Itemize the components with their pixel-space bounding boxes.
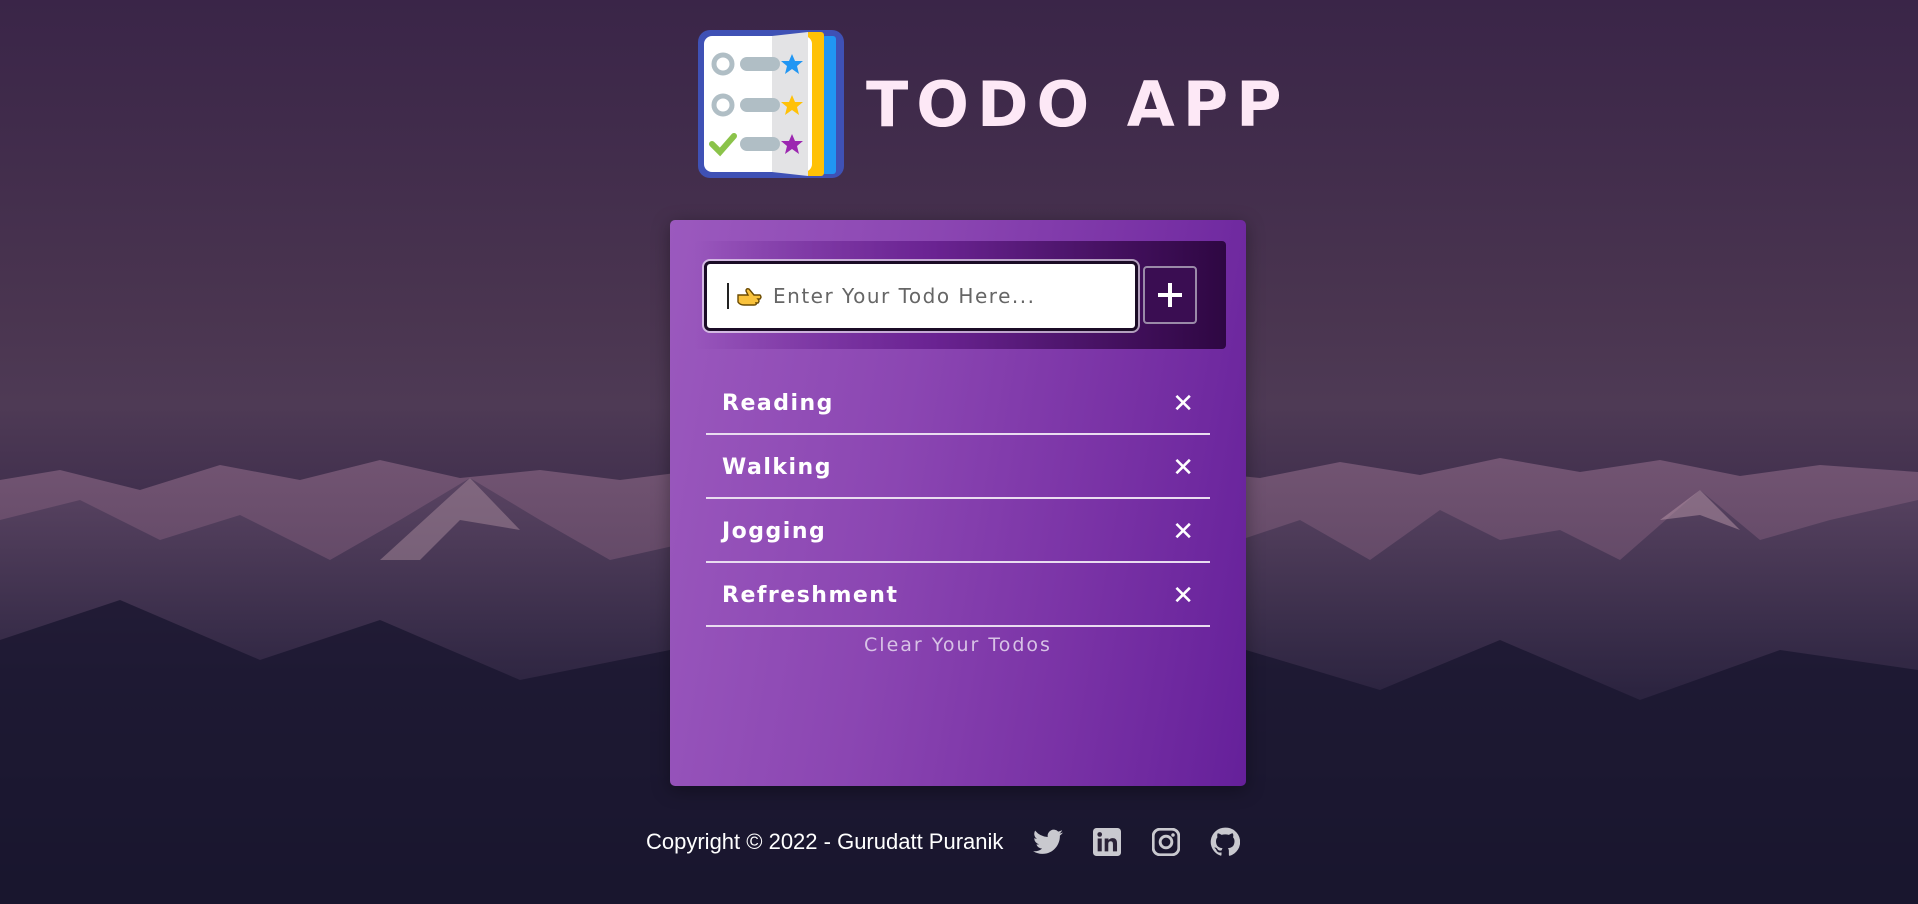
todo-list: Reading ✕ Walking ✕ Jogging ✕ Refreshmen… <box>706 373 1210 629</box>
todo-item: Walking ✕ <box>706 437 1210 499</box>
todo-input[interactable] <box>771 283 1115 309</box>
page: TODO APP Reading <box>0 0 1918 904</box>
todo-item: Reading ✕ <box>706 373 1210 435</box>
footer: Copyright © 2022 - Gurudatt Puranik <box>646 822 1241 862</box>
twitter-icon[interactable] <box>1033 827 1064 857</box>
todo-list-logo-icon <box>698 30 844 178</box>
todo-input-wrapper[interactable] <box>704 261 1138 331</box>
input-bar <box>694 241 1226 349</box>
text-caret <box>727 283 729 309</box>
close-icon[interactable]: ✕ <box>1172 582 1194 608</box>
todo-item: Jogging ✕ <box>706 501 1210 563</box>
instagram-icon[interactable] <box>1151 827 1181 857</box>
app-title: TODO APP <box>866 67 1290 141</box>
linkedin-icon[interactable] <box>1092 827 1122 857</box>
close-icon[interactable]: ✕ <box>1172 518 1194 544</box>
close-icon[interactable]: ✕ <box>1172 390 1194 416</box>
clear-todos-button[interactable]: Clear Your Todos <box>670 634 1246 656</box>
plus-icon <box>1158 283 1182 307</box>
todo-item: Refreshment ✕ <box>706 565 1210 627</box>
todo-text: Refreshment <box>722 582 899 608</box>
github-icon[interactable] <box>1210 827 1241 857</box>
todo-text: Jogging <box>722 518 827 544</box>
close-icon[interactable]: ✕ <box>1172 454 1194 480</box>
todo-text: Walking <box>722 454 832 480</box>
app-header: TODO APP <box>696 28 1290 180</box>
todo-card: Reading ✕ Walking ✕ Jogging ✕ Refreshmen… <box>670 220 1246 786</box>
copyright-text: Copyright © 2022 - Gurudatt Puranik <box>646 829 1004 854</box>
pointing-hand-icon <box>735 282 763 310</box>
add-todo-button[interactable] <box>1143 266 1197 324</box>
social-links <box>1033 827 1241 857</box>
todo-text: Reading <box>722 390 834 416</box>
